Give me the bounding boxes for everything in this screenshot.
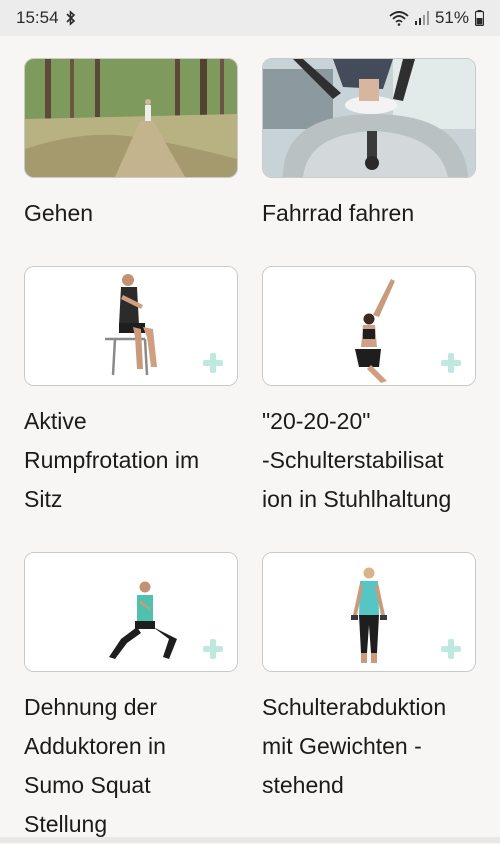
bottom-edge xyxy=(0,837,500,843)
exercise-title: Fahrrad fahren xyxy=(262,200,415,226)
battery-icon xyxy=(475,10,484,26)
exercise-bike-photo xyxy=(263,59,475,177)
exercise-card-sumo-squat[interactable]: Dehnung der Adduktoren in Sumo Squat Ste… xyxy=(24,552,238,844)
add-plus-icon xyxy=(441,353,461,373)
exercise-thumbnail[interactable] xyxy=(262,58,476,178)
wifi-icon xyxy=(389,10,409,26)
add-plus-icon xyxy=(203,639,223,659)
exercise-title: Aktive Rumpfrotation im Sitz xyxy=(24,408,200,512)
exercise-title: Dehnung der Adduktoren in Sumo Squat Ste… xyxy=(24,694,166,837)
exercise-title: "20-20-20" -Schulterstabilisat ion in St… xyxy=(262,408,452,512)
status-bar: 15:54 51% xyxy=(0,0,500,36)
exercise-card-cycling[interactable]: Fahrrad fahren xyxy=(262,58,476,233)
exercise-thumbnail[interactable] xyxy=(24,266,238,386)
exercise-thumbnail[interactable] xyxy=(24,58,238,178)
battery-percent: 51% xyxy=(434,8,469,27)
bluetooth-icon xyxy=(65,10,77,26)
exercise-card-walking[interactable]: Gehen xyxy=(24,58,238,233)
exercise-thumbnail[interactable] xyxy=(24,552,238,672)
exercise-card-chair-pose[interactable]: "20-20-20" -Schulterstabilisat ion in St… xyxy=(262,266,476,519)
clock: 15:54 xyxy=(16,8,59,27)
exercise-card-shoulder-abduction[interactable]: Schulterabduktion mit Gewichten - stehen… xyxy=(262,552,476,805)
exercise-card-seated-rotation[interactable]: Aktive Rumpfrotation im Sitz xyxy=(24,266,238,519)
exercise-thumbnail[interactable] xyxy=(262,266,476,386)
forest-walking-photo xyxy=(25,59,237,177)
add-plus-icon xyxy=(441,639,461,659)
signal-icon xyxy=(414,11,429,25)
exercise-title: Schulterabduktion mit Gewichten - stehen… xyxy=(262,694,447,798)
add-plus-icon xyxy=(203,353,223,373)
exercise-thumbnail[interactable] xyxy=(262,552,476,672)
exercise-title: Gehen xyxy=(24,200,94,226)
